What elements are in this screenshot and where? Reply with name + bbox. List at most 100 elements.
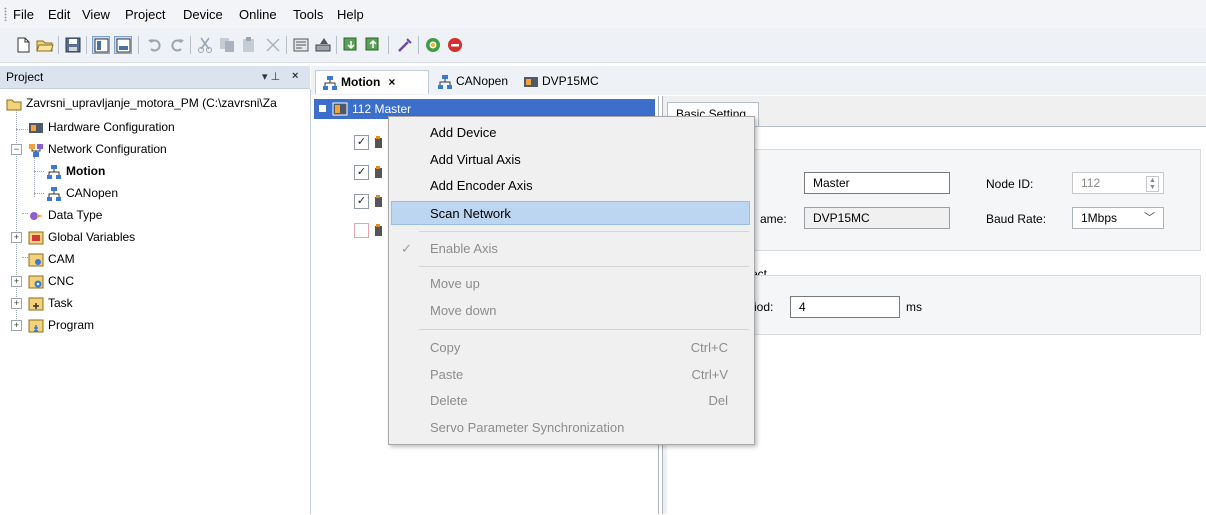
tree-line: [34, 193, 44, 194]
tree-item-task[interactable]: Task: [28, 293, 73, 313]
menu-file[interactable]: File: [13, 7, 34, 22]
tree-item-cnc[interactable]: CNC: [28, 271, 74, 291]
tree-item-label: Zavrsni_upravljanje_motora_PM (C:\zavrsn…: [26, 96, 277, 110]
go-online-icon[interactable]: [424, 36, 442, 54]
tab-close-button[interactable]: ×: [388, 75, 395, 89]
cut-icon[interactable]: [196, 36, 214, 54]
tree-item-motion[interactable]: Motion: [46, 161, 105, 181]
project-view-icon[interactable]: [92, 36, 110, 54]
new-file-icon[interactable]: [14, 36, 32, 54]
menu-edit[interactable]: Edit: [48, 7, 70, 22]
menu-item-label: Paste: [430, 367, 464, 382]
network-icon: [28, 142, 44, 158]
document-tabs: Motion × CANopen DVP15MC: [311, 66, 1206, 95]
compile-icon[interactable]: [292, 36, 310, 54]
menu-item-scan-network[interactable]: Scan Network: [391, 201, 750, 225]
menu-online[interactable]: Online: [239, 7, 277, 22]
toolbar-separator: [58, 36, 59, 54]
menu-bar: File Edit View Project Device Online Too…: [0, 0, 1206, 28]
tab-dvp15mc[interactable]: DVP15MC: [517, 70, 605, 94]
tree-expander[interactable]: +: [11, 298, 22, 309]
tree-item-canopen[interactable]: CANopen: [46, 183, 118, 203]
toolbar-separator: [138, 36, 139, 54]
tree-item-label: CAM: [48, 252, 75, 266]
menu-separator: [419, 231, 749, 232]
menu-item-move-down[interactable]: Move down: [391, 299, 750, 323]
network-node-icon: [46, 164, 62, 180]
context-menu: Add Device Add Virtual Axis Add Encoder …: [388, 116, 755, 445]
menu-item-label: Servo Parameter Synchronization: [430, 420, 625, 435]
menu-item-move-up[interactable]: Move up: [391, 272, 750, 296]
axis-enable-checkbox[interactable]: ✓: [354, 135, 369, 150]
baud-rate-label: Baud Rate:: [986, 212, 1047, 226]
project-tree: Zavrsni_upravljanje_motora_PM (C:\zavrsn…: [0, 89, 311, 514]
output-view-icon[interactable]: [114, 36, 132, 54]
tree-expander[interactable]: +: [11, 232, 22, 243]
datatype-icon: [28, 208, 44, 224]
axis-enable-checkbox[interactable]: ✓: [354, 194, 369, 209]
menu-item-label: Delete: [430, 393, 468, 408]
menu-tools[interactable]: Tools: [293, 7, 323, 22]
tree-expander[interactable]: +: [11, 320, 22, 331]
folder-icon: [6, 96, 22, 112]
tree-item-cam[interactable]: CAM: [28, 249, 75, 269]
menu-item-servo-parameter-synchronization[interactable]: Servo Parameter Synchronization: [391, 416, 750, 440]
tree-line: [34, 171, 44, 172]
servo-axis-icon: [374, 194, 384, 208]
spin-arrows-icon[interactable]: ▲ ▼: [1146, 176, 1159, 192]
build-icon[interactable]: [314, 36, 332, 54]
tab-motion[interactable]: Motion ×: [315, 70, 429, 94]
pin-button[interactable]: ▾ ⊥: [262, 70, 280, 83]
period-field[interactable]: 4: [790, 296, 900, 318]
tree-item-hardware-configuration[interactable]: Hardware Configuration: [28, 117, 175, 137]
cnc-icon: [28, 274, 44, 290]
menu-item-shortcut: Del: [708, 393, 728, 408]
project-pane-close-button[interactable]: ×: [292, 70, 298, 82]
download-icon[interactable]: [342, 36, 360, 54]
tree-expander[interactable]: −: [11, 144, 22, 155]
menu-item-delete[interactable]: Delete Del: [391, 389, 750, 413]
copy-icon[interactable]: [218, 36, 236, 54]
tab-label: Motion: [341, 75, 381, 89]
axis-enable-checkbox[interactable]: ✓: [354, 165, 369, 180]
menu-item-label: Scan Network: [430, 206, 511, 221]
node-marker: [319, 105, 326, 112]
menu-help[interactable]: Help: [337, 7, 364, 22]
tree-item-global-variables[interactable]: Global Variables: [28, 227, 135, 247]
tree-item-label: Network Configuration: [48, 142, 167, 156]
tree-item-project-root[interactable]: Zavrsni_upravljanje_motora_PM (C:\zavrsn…: [6, 93, 277, 113]
menu-item-enable-axis[interactable]: ✓ Enable Axis: [391, 237, 750, 261]
paste-icon[interactable]: [240, 36, 258, 54]
menu-item-copy[interactable]: Copy Ctrl+C: [391, 336, 750, 360]
tree-expander[interactable]: +: [11, 276, 22, 287]
save-icon[interactable]: [64, 36, 82, 54]
tree-item-program[interactable]: Program: [28, 315, 94, 335]
baud-rate-select[interactable]: 1Mbps ﹀: [1072, 207, 1164, 229]
menu-item-add-encoder-axis[interactable]: Add Encoder Axis: [391, 174, 750, 198]
toolbar-separator: [190, 36, 191, 54]
node-id-value: 112: [1081, 176, 1101, 190]
undo-icon[interactable]: [146, 36, 164, 54]
menu-item-add-virtual-axis[interactable]: Add Virtual Axis: [391, 148, 750, 172]
stop-icon[interactable]: [446, 36, 464, 54]
baud-rate-value: 1Mbps: [1081, 211, 1118, 225]
delete-icon[interactable]: [264, 36, 282, 54]
tab-canopen[interactable]: CANopen: [431, 70, 514, 94]
redo-icon[interactable]: [168, 36, 186, 54]
tree-item-data-type[interactable]: Data Type: [28, 205, 102, 225]
menu-item-add-device[interactable]: Add Device: [391, 121, 750, 145]
menu-project[interactable]: Project: [125, 7, 165, 22]
menu-item-paste[interactable]: Paste Ctrl+V: [391, 363, 750, 387]
menu-device[interactable]: Device: [183, 7, 223, 22]
menu-view[interactable]: View: [82, 7, 110, 22]
tool-icon[interactable]: [396, 36, 414, 54]
axis-enable-checkbox[interactable]: [354, 223, 369, 238]
tree-item-label: Program: [48, 318, 95, 332]
tree-item-network-configuration[interactable]: Network Configuration: [28, 139, 167, 159]
device-name-field[interactable]: Master: [804, 172, 950, 194]
model-field: DVP15MC: [804, 207, 950, 229]
upload-icon[interactable]: [364, 36, 382, 54]
node-id-stepper[interactable]: 112 ▲ ▼: [1072, 172, 1164, 194]
open-folder-icon[interactable]: [36, 36, 54, 54]
servo-axis-icon: [374, 135, 384, 149]
